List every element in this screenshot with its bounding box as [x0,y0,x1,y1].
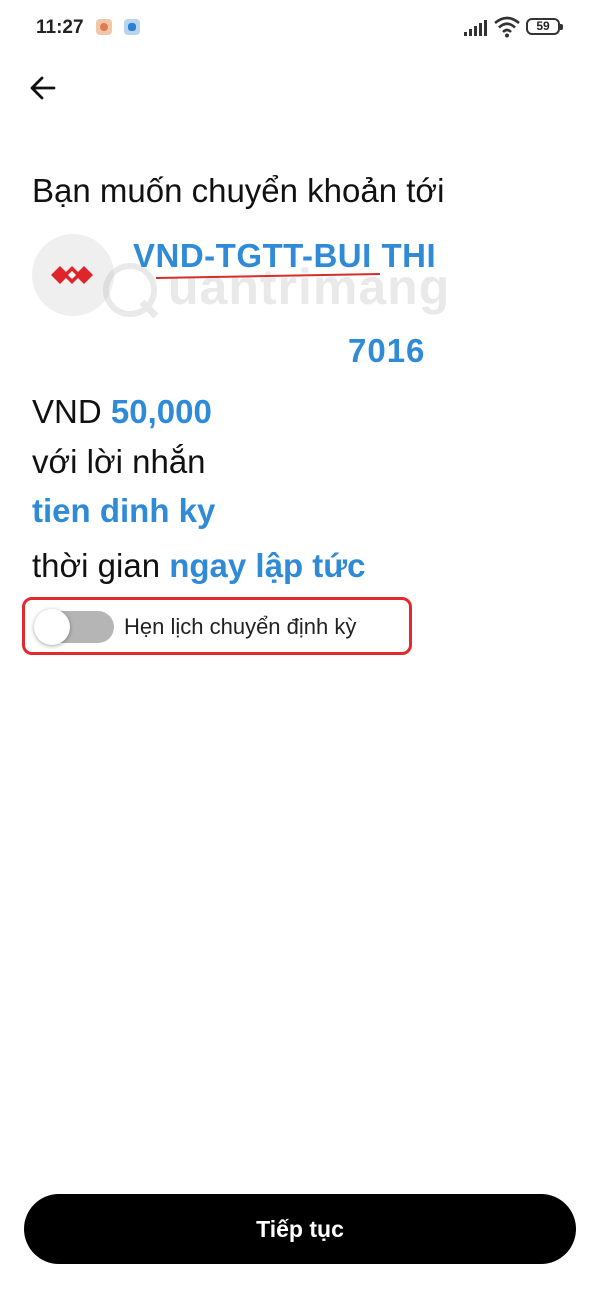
photo-app-icon [96,19,112,35]
time-label: thời gian [32,547,161,584]
time-value: ngay lập tức [169,547,366,584]
battery-icon: 59 [526,18,563,35]
continue-button[interactable]: Tiếp tục [24,1194,576,1264]
bank-logo-icon [51,266,93,284]
status-time: 11:27 [36,17,84,38]
time-line: thời gian ngay lập tức [32,547,366,585]
arrow-left-icon [30,76,56,100]
currency-label: VND [32,393,102,430]
signal-icon [464,20,487,36]
page-title: Bạn muốn chuyển khoản tới [32,172,445,209]
back-button[interactable] [26,70,62,106]
amount-value: 50,000 [110,393,212,430]
messenger-app-icon [124,19,140,35]
account-number: 7016 [348,332,426,369]
wifi-icon [494,16,520,38]
schedule-toggle[interactable] [34,609,114,645]
status-bar: 11:27 59 [0,0,600,56]
amount-line: VND 50,000 [32,393,212,431]
message-value: tien dinh ky [32,492,216,529]
message-label: với lời nhắn [32,443,206,480]
toggle-thumb [34,609,70,645]
schedule-label: Hẹn lịch chuyển định kỳ [124,614,357,639]
recipient-name: VND-TGTT-BUI THI [133,237,437,274]
